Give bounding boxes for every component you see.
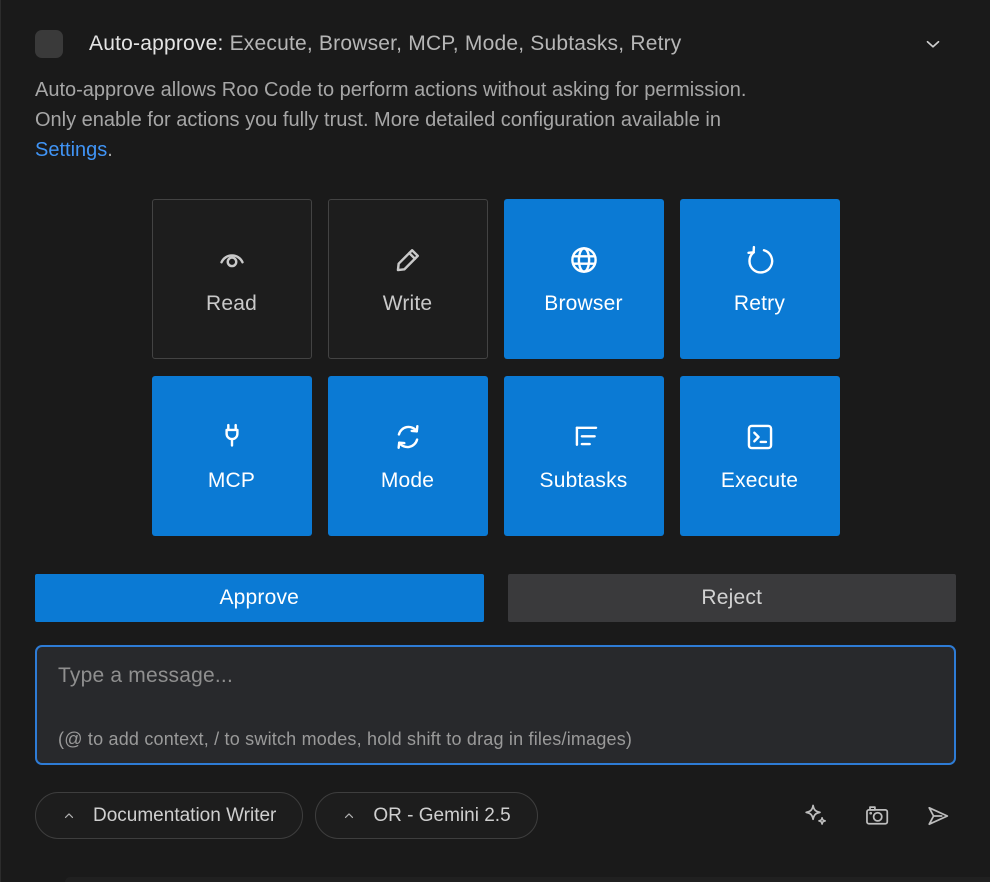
settings-link[interactable]: Settings	[35, 139, 107, 161]
model-selector[interactable]: OR - Gemini 2.5	[315, 792, 537, 839]
auto-approve-summary: Execute, Browser, MCP, Mode, Subtasks, R…	[230, 32, 682, 55]
enhance-prompt-sparkle-icon[interactable]	[802, 802, 830, 830]
globe-icon	[567, 243, 601, 277]
list-tree-icon	[567, 420, 601, 454]
toggle-retry[interactable]: Retry	[680, 199, 840, 359]
mode-selector[interactable]: Documentation Writer	[35, 792, 303, 839]
model-selector-label: OR - Gemini 2.5	[373, 805, 510, 827]
screenshot-camera-icon[interactable]	[863, 802, 891, 830]
toggle-read[interactable]: Read	[152, 199, 312, 359]
approve-button[interactable]: Approve	[35, 574, 484, 622]
auto-approve-label: Auto-approve:	[89, 32, 224, 55]
toggle-label: Write	[383, 292, 433, 316]
toggle-mode[interactable]: Mode	[328, 376, 488, 536]
send-message-icon[interactable]	[924, 802, 952, 830]
chevron-up-icon	[342, 809, 356, 823]
action-buttons-row: Approve Reject	[35, 574, 956, 622]
toggle-browser[interactable]: Browser	[504, 199, 664, 359]
message-input[interactable]: Type a message... (@ to add context, / t…	[35, 645, 956, 765]
message-input-placeholder: Type a message...	[58, 664, 933, 688]
toggle-label: Mode	[381, 469, 434, 493]
description-line-1: Auto-approve allows Roo Code to perform …	[35, 75, 956, 105]
sync-icon	[391, 420, 425, 454]
auto-approve-checkbox[interactable]	[35, 30, 63, 58]
composer-footer-icons	[802, 802, 956, 830]
plug-icon	[215, 420, 249, 454]
reject-button[interactable]: Reject	[508, 574, 957, 622]
auto-approve-description: Auto-approve allows Roo Code to perform …	[35, 75, 956, 165]
auto-approve-header: Auto-approve: Execute, Browser, MCP, Mod…	[35, 0, 956, 58]
auto-approve-toggle-grid: Read Write Browser Retry MCP	[152, 199, 840, 536]
toggle-label: Browser	[544, 292, 622, 316]
toggle-label: Retry	[734, 292, 785, 316]
composer-footer: Documentation Writer OR - Gemini 2.5	[35, 792, 956, 839]
settings-link-suffix: .	[107, 139, 113, 161]
toggle-subtasks[interactable]: Subtasks	[504, 376, 664, 536]
toggle-label: MCP	[208, 469, 255, 493]
toggle-label: Read	[206, 292, 257, 316]
mode-selector-label: Documentation Writer	[93, 805, 276, 827]
toggle-mcp[interactable]: MCP	[152, 376, 312, 536]
auto-approve-title-row[interactable]: Auto-approve: Execute, Browser, MCP, Mod…	[89, 32, 682, 56]
refresh-icon	[743, 243, 777, 277]
chevron-up-icon	[62, 809, 76, 823]
terminal-icon	[743, 420, 777, 454]
toggle-label: Execute	[721, 469, 798, 493]
bottom-panel-divider	[65, 877, 990, 882]
description-line-2: Only enable for actions you fully trust.…	[35, 105, 956, 135]
collapse-chevron-down-icon[interactable]	[922, 33, 944, 55]
message-input-hint: (@ to add context, / to switch modes, ho…	[58, 729, 632, 750]
toggle-label: Subtasks	[540, 469, 628, 493]
pencil-icon	[391, 243, 425, 277]
toggle-execute[interactable]: Execute	[680, 376, 840, 536]
auto-approve-panel: Auto-approve: Execute, Browser, MCP, Mod…	[1, 0, 990, 839]
toggle-write[interactable]: Write	[328, 199, 488, 359]
eye-icon	[215, 243, 249, 277]
